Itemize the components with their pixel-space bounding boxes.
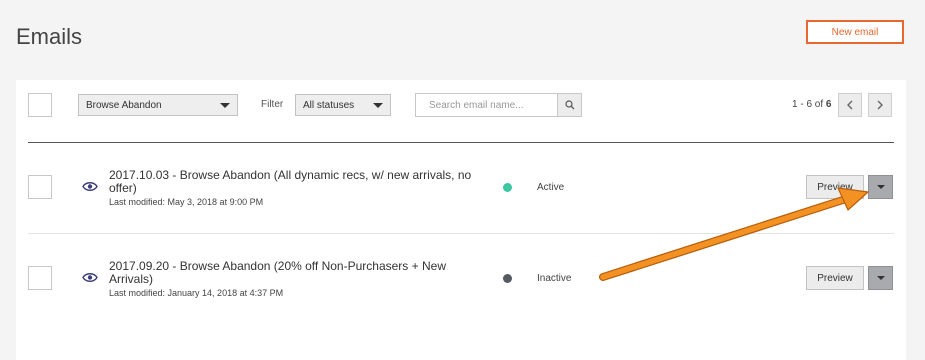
pagination-range: 1 - 6 of — [792, 99, 826, 110]
chevron-down-icon — [876, 276, 885, 280]
row-divider — [28, 233, 894, 234]
email-title-link[interactable]: 2017.10.03 - Browse Abandon (All dynamic… — [109, 169, 479, 195]
status-filter-select[interactable]: All statuses — [295, 94, 391, 116]
prev-page-button[interactable] — [838, 93, 862, 117]
header-divider — [28, 142, 894, 143]
chevron-down-icon — [220, 103, 230, 108]
preview-button[interactable]: Preview — [806, 175, 864, 199]
filter-label: Filter — [261, 99, 284, 110]
email-actions-dropdown[interactable] — [868, 175, 893, 199]
preview-button[interactable]: Preview — [806, 266, 864, 290]
email-row-checkbox[interactable] — [28, 175, 52, 199]
email-actions-dropdown[interactable] — [868, 266, 893, 290]
status-text: Inactive — [537, 273, 572, 284]
status-text: Active — [537, 182, 565, 193]
search-icon — [564, 100, 574, 110]
email-row-checkbox[interactable] — [28, 266, 52, 290]
chevron-down-icon — [373, 103, 383, 108]
campaign-select[interactable]: Browse Abandon — [78, 94, 238, 116]
pagination-info: 1 - 6 of 6 — [792, 99, 831, 110]
email-last-modified: Last modified: May 3, 2018 at 9:00 PM — [109, 197, 264, 207]
next-page-button[interactable] — [868, 93, 892, 117]
email-last-modified: Last modified: January 14, 2018 at 4:37 … — [109, 288, 284, 298]
eye-icon[interactable] — [82, 272, 98, 283]
new-email-button[interactable]: New email — [806, 20, 904, 44]
search-button[interactable] — [557, 93, 582, 117]
status-filter-value: All statuses — [303, 99, 355, 111]
email-title-link[interactable]: 2017.09.20 - Browse Abandon (20% off Non… — [109, 260, 479, 286]
search-input[interactable] — [415, 93, 558, 117]
status-indicator-dot — [503, 183, 512, 192]
eye-icon[interactable] — [82, 181, 98, 192]
campaign-select-value: Browse Abandon — [86, 99, 162, 111]
select-all-checkbox[interactable] — [28, 93, 52, 117]
chevron-left-icon — [847, 100, 853, 110]
email-list-panel: Browse Abandon Filter All statuses 1 - 6… — [16, 80, 906, 360]
pagination-total: 6 — [825, 99, 832, 110]
page-title: Emails — [16, 24, 83, 49]
chevron-right-icon — [877, 100, 883, 110]
status-indicator-dot — [503, 274, 512, 283]
chevron-down-icon — [876, 185, 885, 189]
